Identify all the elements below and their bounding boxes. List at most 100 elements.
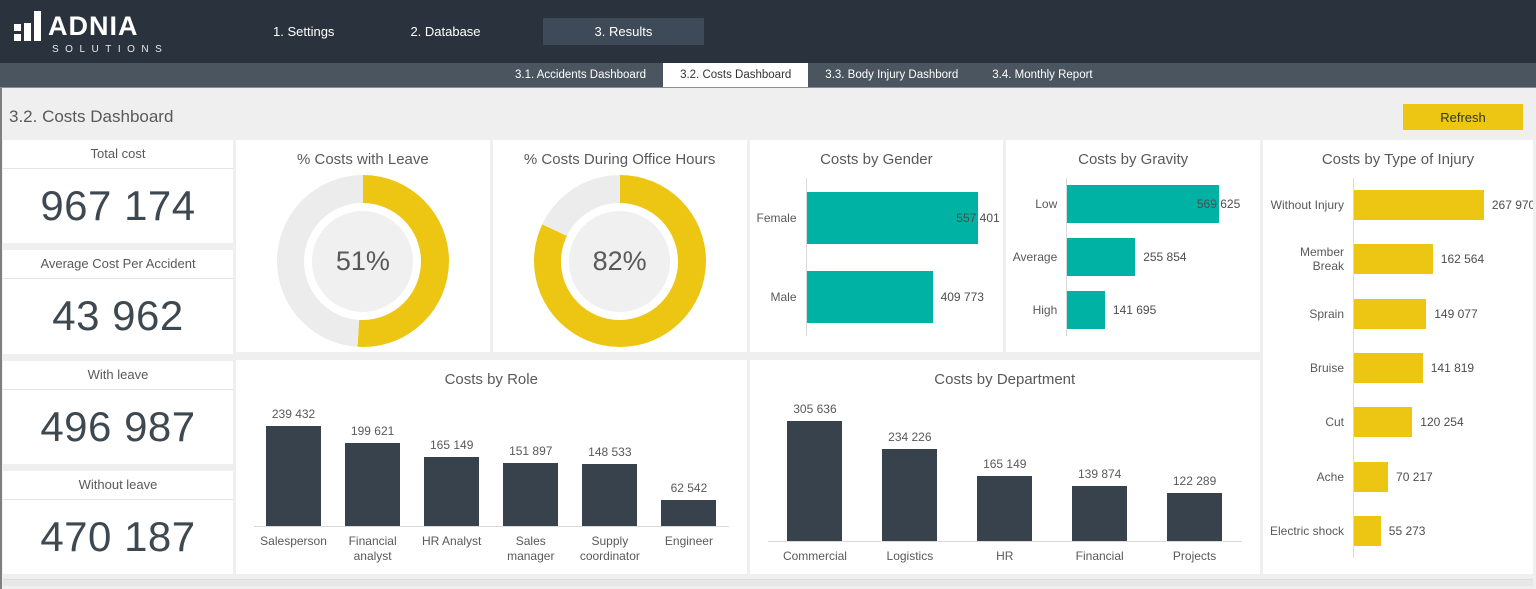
kpi-label: With leave [3, 361, 233, 390]
bar-value-label: 62 542 [671, 481, 708, 495]
chart-title: Costs by Role [236, 360, 747, 390]
donut-percent-label: 51% [312, 211, 413, 312]
bar-row: Sprain149 077 [1267, 287, 1527, 341]
tab-monthly-report[interactable]: 3.4. Monthly Report [975, 63, 1109, 87]
bar-value-label: 122 289 [1173, 474, 1216, 488]
bar-row: Electric shock 55 273 [1267, 504, 1527, 558]
kpi-label: Without leave [3, 471, 233, 500]
bar [882, 449, 937, 541]
bar-chart-costs-by-role: 239 432 199 621 165 149 151 897148 533 62 54… [236, 390, 747, 574]
bar-value-label: 55 273 [1389, 524, 1426, 538]
bar-category-label: HR Analyst [412, 534, 491, 564]
bar-column: 151 897 [491, 444, 570, 526]
kpi-without-leave: Without leave 470 187 [3, 471, 233, 574]
bar-column: 122 289 [1147, 474, 1242, 541]
bar [1354, 353, 1423, 383]
bar-column: 165 149 [412, 438, 491, 526]
bar-row: Bruise 141 819 [1267, 341, 1527, 395]
bar-category-label: Financial [1052, 549, 1147, 564]
chart-title: % Costs During Office Hours [493, 140, 747, 170]
bar-category-label: Logistics [862, 549, 957, 564]
bar [787, 421, 842, 541]
bar-value-label: 557 401 [956, 211, 999, 225]
bar [1354, 244, 1433, 274]
bar [1354, 299, 1426, 329]
bar-value-label: 162 564 [1441, 252, 1484, 266]
bar [1067, 185, 1218, 223]
brand-name: ADNIA [48, 11, 139, 41]
refresh-button[interactable]: Refresh [1403, 104, 1523, 130]
bar [266, 426, 321, 526]
donut-chart: 51% [277, 175, 449, 347]
bar-value-label: 305 636 [793, 402, 836, 416]
main-nav: 1. Settings 2. Database 3. Results [259, 18, 752, 45]
bar-row: Male409 773 [754, 257, 998, 336]
bar-category-label: Engineer [649, 534, 728, 564]
bar-column: 305 636 [768, 402, 863, 541]
bar [503, 463, 558, 526]
bar-column: 234 226 [862, 430, 957, 541]
bar-column: 62 542 [649, 481, 728, 526]
nav-item-settings[interactable]: 1. Settings [259, 19, 348, 44]
nav-item-results[interactable]: 3. Results [543, 18, 705, 45]
bar-chart-costs-by-gravity: Low569 625Average255 854High141 695 [1006, 170, 1260, 352]
footer-strip [3, 579, 1533, 586]
bar [1354, 190, 1484, 220]
bar-category-label: Bruise [1267, 361, 1353, 375]
sub-nav: 3.1. Accidents Dashboard 3.2. Costs Dash… [0, 63, 1536, 88]
bar-column: 148 533 [570, 445, 649, 526]
bar-value-label: 165 149 [430, 438, 473, 452]
bar-category-label: Cut [1267, 415, 1353, 429]
bar-category-label: Female [754, 211, 806, 225]
panel-costs-with-leave: % Costs with Leave 51% [236, 140, 490, 352]
bar-row: Cut 120 254 [1267, 395, 1527, 449]
plot-area: 239 432 199 621 165 149 151 897148 533 62 54… [254, 405, 729, 527]
bar-column: 239 432 [254, 407, 333, 526]
bar-chart-costs-by-gender: Female 557 401 Male409 773 [750, 170, 1004, 352]
donut-chart: 82% [534, 175, 706, 347]
bar-category-label: Salesperson [254, 534, 333, 564]
bar-value-label: 267 970 [1492, 198, 1533, 212]
kpi-average-cost-per-accident: Average Cost Per Accident 43 962 [3, 250, 233, 353]
nav-item-database[interactable]: 2. Database [396, 19, 494, 44]
kpi-value: 470 187 [3, 500, 233, 574]
kpi-value: 496 987 [3, 390, 233, 464]
bar-value-label: 199 621 [351, 424, 394, 438]
tab-accidents-dashboard[interactable]: 3.1. Accidents Dashboard [498, 63, 663, 87]
bar-value-label: 70 217 [1396, 470, 1433, 484]
bar-chart-costs-by-department: 305 636234 226165 149139 874122 289Comme… [750, 390, 1261, 574]
kpi-total-cost: Total cost 967 174 [3, 140, 233, 243]
tab-costs-dashboard[interactable]: 3.2. Costs Dashboard [663, 63, 808, 87]
bar [345, 443, 400, 526]
chart-title: % Costs with Leave [236, 140, 490, 170]
bar-row: Female 557 401 [754, 178, 998, 257]
bar [1354, 407, 1412, 437]
bar [1354, 516, 1381, 546]
kpi-value: 967 174 [3, 169, 233, 243]
bar-chart-costs-by-type-of-injury: Without Injury 267 970 Member Break 162 564… [1263, 170, 1533, 574]
bar [661, 500, 716, 526]
bar [582, 464, 637, 526]
bar-value-label: 139 874 [1078, 467, 1121, 481]
bar-category-label: Member Break [1267, 245, 1353, 273]
bar-chart-logo-icon [14, 9, 41, 41]
bar-category-label: Electric shock [1267, 524, 1353, 538]
bar-value-label: 239 432 [272, 407, 315, 421]
bar-value-label: 141 819 [1431, 361, 1474, 375]
bar-category-label: Without Injury [1267, 198, 1353, 212]
bar-value-label: 120 254 [1420, 415, 1463, 429]
bar [807, 271, 933, 323]
bar-column: 165 149 [957, 457, 1052, 541]
tab-body-injury-dashboard[interactable]: 3.3. Body Injury Dashbord [808, 63, 975, 87]
adnia-logo: ADNIA SOLUTIONS [14, 9, 164, 55]
bar [1067, 238, 1135, 276]
bar-category-label: Low [1010, 197, 1066, 211]
bar-category-label: Ache [1267, 470, 1353, 484]
bar-category-label: Average [1010, 250, 1066, 264]
bar-value-label: 234 226 [888, 430, 931, 444]
chart-title: Costs by Gender [750, 140, 1004, 170]
bar [1167, 493, 1222, 541]
bar-column: 139 874 [1052, 467, 1147, 541]
bar-row: High141 695 [1010, 283, 1254, 336]
bar-value-label: 141 695 [1113, 303, 1156, 317]
